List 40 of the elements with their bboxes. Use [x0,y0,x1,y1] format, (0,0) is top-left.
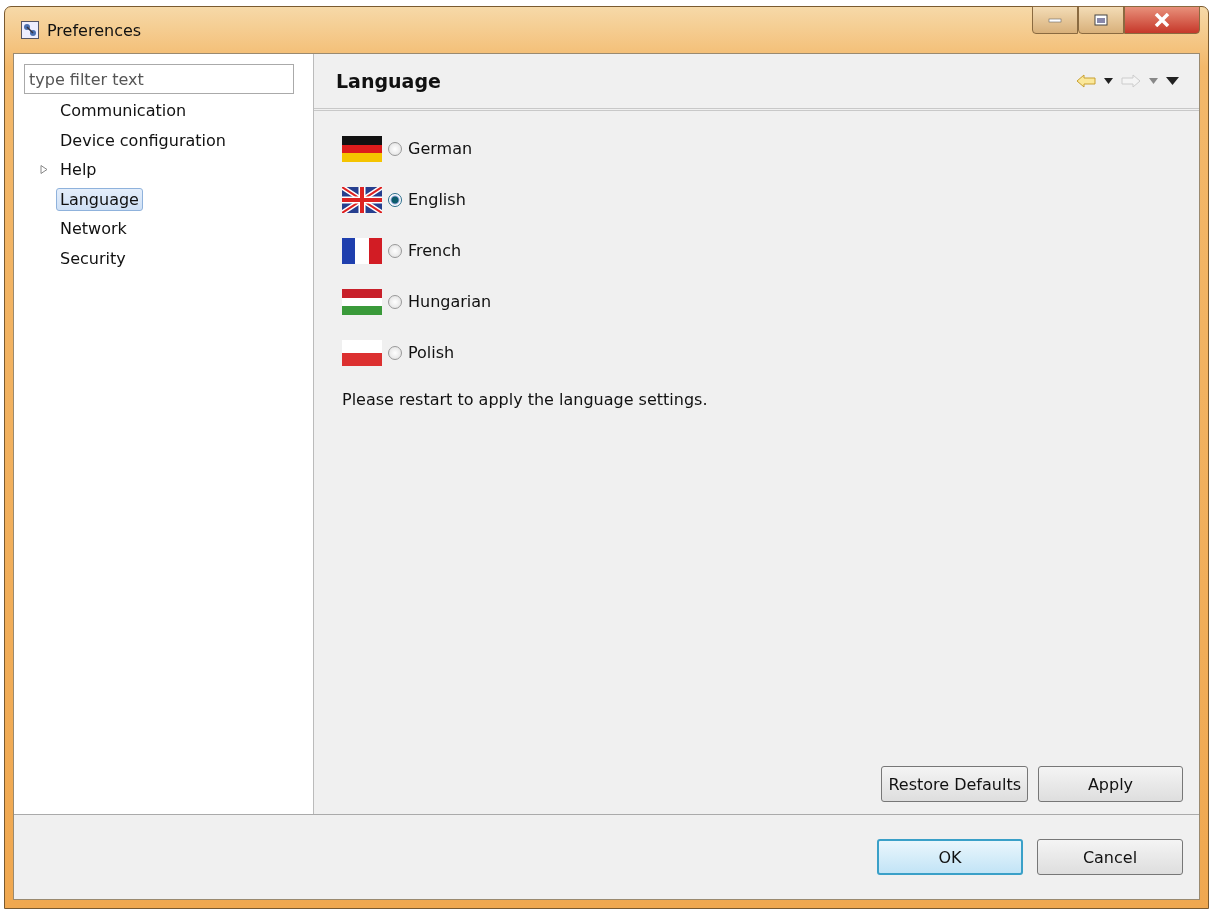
minimize-icon [1048,17,1062,23]
radio-label[interactable]: Polish [408,343,455,362]
radio-button[interactable] [388,192,402,207]
tree-item[interactable]: Security [56,246,130,270]
flag-icon [342,135,382,162]
restart-note: Please restart to apply the language settings. [342,390,709,409]
flag-icon [342,339,382,366]
flag-icon [342,288,382,315]
flag-icon [342,186,382,213]
close-icon [1154,13,1170,27]
page-button[interactable]: Apply [1038,766,1183,802]
radio-label[interactable]: French [408,241,462,260]
filter-field[interactable]: type filter text [24,64,294,94]
radio-button[interactable] [388,294,402,309]
dropdown-icon[interactable] [1104,78,1113,84]
back-arrow-icon[interactable] [1076,74,1096,88]
tree-item[interactable]: Network [56,217,131,241]
page-title: Language [336,70,441,92]
radio-label[interactable]: German [408,139,473,158]
app-icon [21,21,39,39]
radio-button[interactable] [388,243,402,258]
minimize-button[interactable] [1032,6,1078,34]
tree-item[interactable]: Language [56,187,143,211]
dialog-button[interactable]: OK [877,839,1023,875]
window-title: Preferences [47,20,142,40]
page-button[interactable]: Restore Defaults [881,766,1028,802]
maximize-icon [1094,14,1108,26]
maximize-button[interactable] [1078,6,1124,34]
radio-button[interactable] [388,141,402,156]
tree-item[interactable]: Help [56,158,101,182]
tree-item[interactable]: Device configuration [56,128,230,152]
radio-button[interactable] [388,345,402,360]
radio-label[interactable]: Hungarian [408,292,492,311]
radio-label[interactable]: English [408,190,466,209]
dialog-button[interactable]: Cancel [1037,839,1183,875]
expand-icon[interactable] [40,165,48,175]
close-button[interactable] [1124,6,1200,34]
tree-item[interactable]: Communication [56,99,191,123]
menu-icon[interactable] [1166,77,1179,85]
flag-icon [342,237,382,264]
